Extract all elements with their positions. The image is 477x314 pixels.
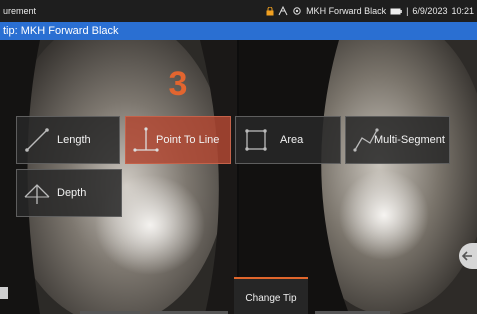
length-label: Length bbox=[57, 134, 91, 146]
length-button[interactable]: Length bbox=[16, 116, 120, 164]
multi-segment-button[interactable]: Multi-Segment bbox=[345, 116, 450, 164]
step-number: 3 bbox=[168, 65, 188, 103]
mode-label: urement bbox=[3, 6, 37, 16]
collapse-panel-button[interactable] bbox=[459, 243, 477, 269]
depth-icon bbox=[24, 184, 50, 204]
probe-icon bbox=[278, 6, 288, 16]
left-edge-tab[interactable] bbox=[0, 287, 8, 299]
arrow-left-icon bbox=[461, 251, 472, 261]
tip-target-icon bbox=[293, 7, 301, 15]
date: 6/9/2023 bbox=[412, 6, 448, 16]
multi-segment-label: Multi-Segment bbox=[374, 134, 445, 146]
depth-label: Depth bbox=[57, 187, 87, 199]
depth-button[interactable]: Depth bbox=[16, 169, 122, 217]
status-bar: urement MKH Forward Black | 6/9/2023 10:… bbox=[0, 0, 477, 22]
point-to-line-label: Point To Line bbox=[156, 134, 220, 146]
change-tip-button[interactable]: Change Tip bbox=[234, 277, 308, 314]
area-icon bbox=[245, 129, 267, 151]
tip-name: MKH Forward Black bbox=[306, 6, 387, 16]
battery-icon bbox=[390, 8, 402, 14]
divider: | bbox=[406, 6, 409, 16]
area-label: Area bbox=[280, 134, 304, 146]
screen: urement MKH Forward Black | 6/9/2023 10:… bbox=[0, 0, 477, 314]
length-icon bbox=[25, 128, 49, 152]
area-button[interactable]: Area bbox=[235, 116, 341, 164]
point-to-line-button[interactable]: Point To Line bbox=[125, 116, 231, 164]
time: 10:21 bbox=[451, 6, 474, 16]
status-right: MKH Forward Black | 6/9/2023 10:21 bbox=[266, 0, 474, 22]
camera-view-right bbox=[239, 40, 477, 314]
lock-icon bbox=[266, 6, 274, 15]
tip-banner: tip: MKH Forward Black bbox=[0, 22, 477, 40]
